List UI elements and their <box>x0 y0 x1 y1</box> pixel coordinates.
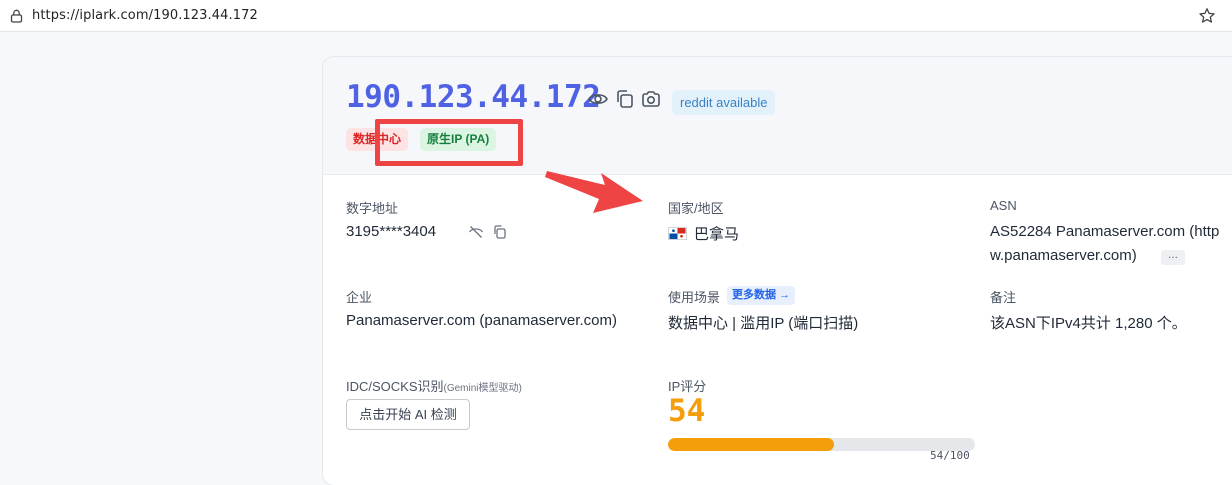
start-ai-detection-button[interactable]: 点击开始 AI 检测 <box>346 399 470 430</box>
panama-flag-icon <box>668 227 687 240</box>
remark-value: 该ASN下IPv4共计 1,280 个。 <box>990 315 1187 332</box>
idc-label-text: IDC/SOCKS识别 <box>346 379 444 394</box>
url-text[interactable]: https://iplark.com/190.123.44.172 <box>32 8 258 23</box>
ip-score-text: 54/100 <box>930 449 970 462</box>
company-value: Panamaserver.com (panamaserver.com) <box>346 312 617 329</box>
star-icon[interactable] <box>1198 7 1216 25</box>
asn-label: ASN <box>990 198 1017 213</box>
ip-address-title: 190.123.44.172 <box>346 79 601 115</box>
idc-note: (Gemini模型驱动) <box>443 383 522 394</box>
eye-off-icon[interactable] <box>468 224 484 240</box>
ip-score-value: 54 <box>668 393 706 429</box>
asn-value-line1[interactable]: AS52284 Panamaserver.com (http <box>990 223 1219 240</box>
ip-score-bar <box>668 438 975 451</box>
ip-info-card: 190.123.44.172 reddit available 数据中心 原生I… <box>322 56 1232 485</box>
country-label: 国家/地区 <box>668 201 724 216</box>
asn-more-button[interactable]: ... <box>1161 248 1185 265</box>
reddit-available-badge: reddit available <box>672 90 776 115</box>
country-value: 巴拿马 <box>694 226 740 243</box>
ip-score-bar-fill <box>668 438 834 451</box>
camera-icon[interactable] <box>640 88 662 110</box>
red-highlight-box <box>375 119 523 166</box>
remark-label: 备注 <box>990 290 1017 305</box>
copy-numeric-icon[interactable] <box>492 224 508 240</box>
red-arrow-annotation <box>545 171 643 213</box>
idc-label: IDC/SOCKS识别(Gemini模型驱动) <box>346 376 522 395</box>
usage-value: 数据中心 | 滥用IP (端口扫描) <box>668 315 859 332</box>
eye-icon[interactable] <box>587 88 609 110</box>
company-label: 企业 <box>346 290 373 305</box>
address-bar[interactable]: https://iplark.com/190.123.44.172 <box>0 0 1232 32</box>
numeric-address-label: 数字地址 <box>346 201 399 216</box>
usage-label: 使用场景 <box>668 290 721 305</box>
numeric-address-value: 3195****3404 <box>346 223 437 240</box>
copy-icon[interactable] <box>614 88 636 110</box>
more-data-link[interactable]: 更多数据 → <box>727 286 796 305</box>
asn-value-line2[interactable]: w.panamaserver.com) <box>990 247 1137 264</box>
lock-icon <box>10 9 23 23</box>
